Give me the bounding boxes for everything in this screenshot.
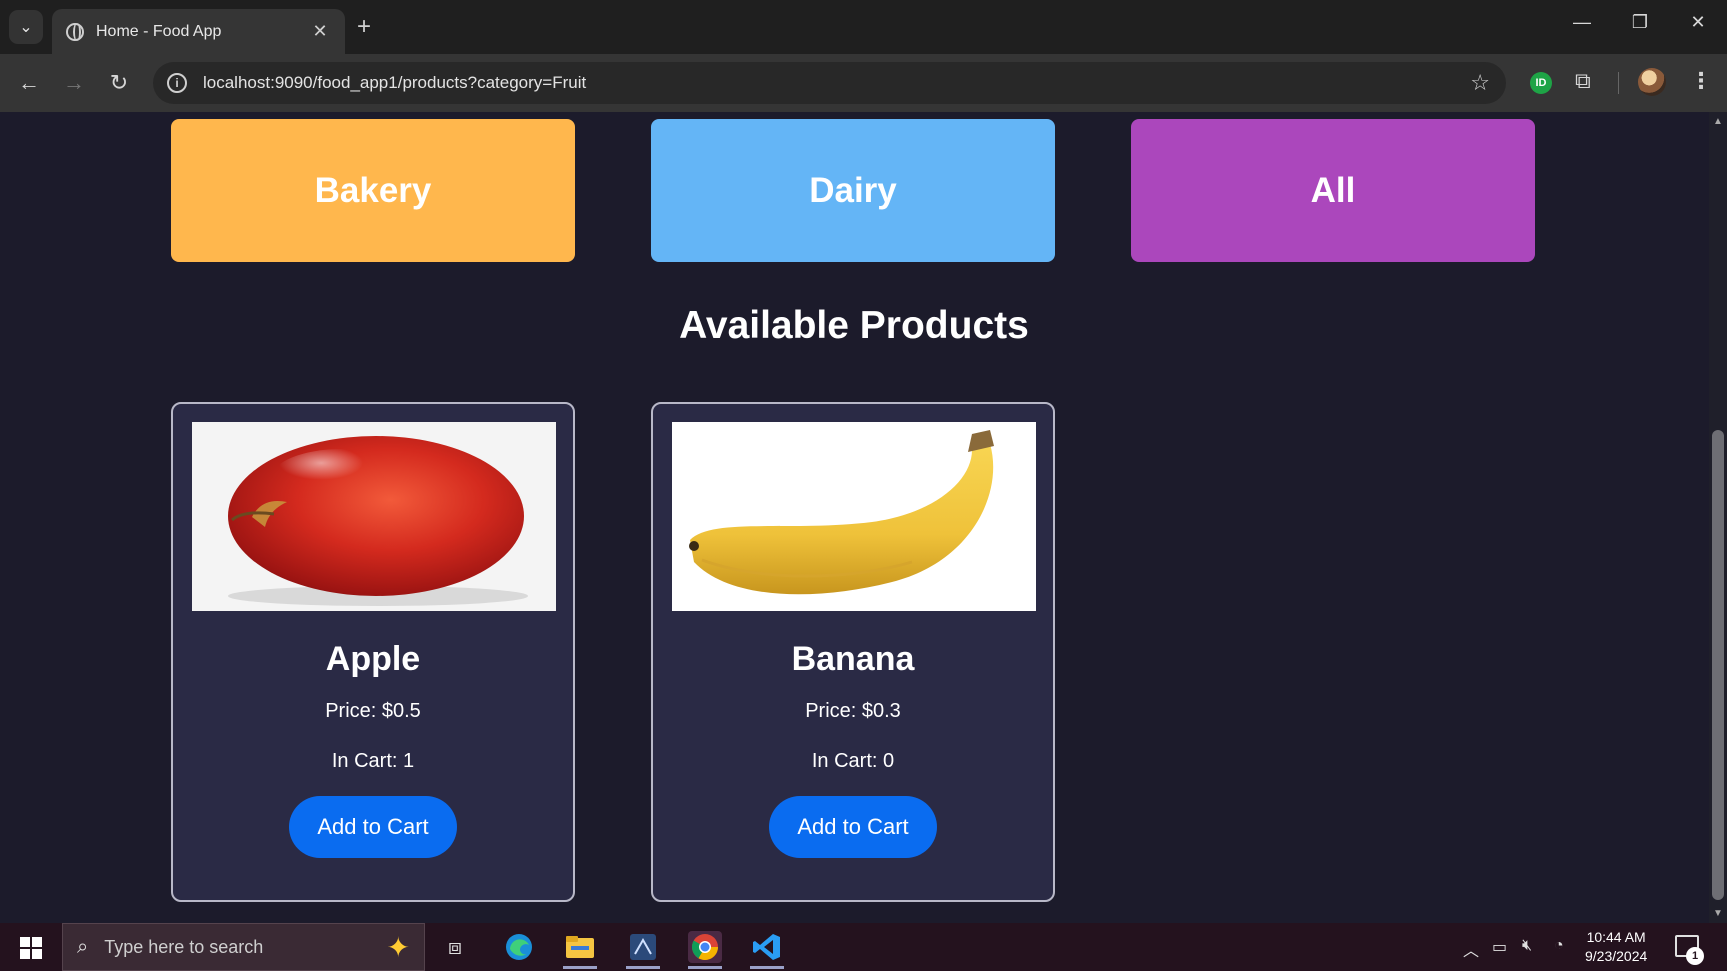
product-price: Price: $0.5 [325,700,421,722]
speaker-muted-icon[interactable]: 🔇︎ [1522,937,1532,955]
windows-start-icon[interactable] [20,937,42,959]
sparkle-icon: ✦ [386,931,410,963]
page-heading: Available Products [679,304,1029,347]
sql-developer-icon[interactable] [626,931,660,969]
chrome-browser-icon[interactable] [688,931,722,969]
notification-badge: 1 [1686,947,1704,965]
new-tab-plus-icon[interactable]: + [357,13,371,41]
browser-tabstrip: ⌄ Home - Food App ✕ + — ❐ ✕ [0,0,1727,54]
product-name: Banana [791,640,915,678]
taskbar-search-box[interactable]: ⌕ Type here to search ✦ [62,923,425,971]
bookmark-star-icon[interactable]: ☆ [1470,70,1490,96]
vscode-icon[interactable] [750,931,784,969]
product-in-cart: In Cart: 0 [811,750,895,772]
window-close-icon[interactable]: ✕ [1678,12,1718,33]
address-bar[interactable]: i localhost:9090/food_app1/products?cate… [153,62,1506,104]
tab-search-chevron-icon[interactable]: ⌄ [9,10,43,44]
browser-toolbar: ← → ↻ i localhost:9090/food_app1/product… [0,54,1727,112]
clock-date: 9/23/2024 [1585,948,1648,964]
extensions-puzzle-icon[interactable]: ⧉ [1575,68,1591,94]
scroll-up-arrow-icon[interactable]: ▲ [1713,116,1723,127]
search-icon: ⌕ [77,935,89,958]
banana-image [672,422,1036,611]
extension-green-icon[interactable]: ID [1530,72,1552,94]
scroll-down-arrow-icon[interactable]: ▼ [1713,908,1723,919]
windows-taskbar: ⌕ Type here to search ✦ ⧈ ︿ ▭ 🔇︎ ◔ 10:44… [0,923,1727,971]
product-name: Apple [325,640,421,678]
taskbar-clock[interactable]: 10:44 AM 9/23/2024 [1585,928,1647,966]
task-view-icon[interactable]: ⧈ [438,931,472,963]
wifi-icon[interactable]: ◔ [1554,937,1564,955]
forward-arrow-icon[interactable]: → [59,70,89,96]
product-card-banana: Banana Price: $0.3 In Cart: 0 Add to Car… [651,402,1055,902]
browser-menu-icon[interactable]: ⋮ [1690,68,1712,94]
profile-avatar[interactable] [1638,68,1666,96]
browser-tab[interactable]: Home - Food App ✕ [52,9,345,54]
clock-time: 10:44 AM [1586,929,1646,945]
product-price: Price: $0.3 [805,700,901,722]
toolbar-divider [1618,72,1619,94]
tab-close-icon[interactable]: ✕ [309,21,331,42]
page-scrollbar[interactable]: ▲ ▼ [1709,112,1727,923]
url-text[interactable]: localhost:9090/food_app1/products?catego… [203,73,1470,93]
file-explorer-icon[interactable] [563,931,597,969]
running-indicator [688,966,722,969]
tab-title: Home - Food App [96,22,222,40]
site-info-icon[interactable]: i [167,73,187,93]
category-bakery-button[interactable]: Bakery [171,119,575,262]
taskbar-search-placeholder: Type here to search [104,936,264,957]
page-viewport: Bakery Dairy All Available Products Appl… [0,112,1727,923]
add-to-cart-button[interactable]: Add to Cart [769,796,937,858]
battery-icon[interactable]: ▭ [1492,937,1507,957]
edge-browser-icon[interactable] [502,931,536,963]
running-indicator [750,966,784,969]
apple-image [192,422,556,611]
product-in-cart: In Cart: 1 [331,750,415,772]
back-arrow-icon[interactable]: ← [14,70,44,96]
add-to-cart-button[interactable]: Add to Cart [289,796,457,858]
running-indicator [626,966,660,969]
reload-icon[interactable]: ↻ [104,70,134,96]
tray-overflow-chevron-icon[interactable]: ︿ [1463,937,1479,961]
minimize-icon[interactable]: — [1562,12,1602,33]
running-indicator [563,966,597,969]
restore-icon[interactable]: ❐ [1620,12,1660,33]
scroll-thumb[interactable] [1712,430,1724,900]
product-card-apple: Apple Price: $0.5 In Cart: 1 Add to Cart [171,402,575,902]
category-dairy-button[interactable]: Dairy [651,119,1055,262]
category-all-button[interactable]: All [1131,119,1535,262]
globe-icon [66,22,84,41]
